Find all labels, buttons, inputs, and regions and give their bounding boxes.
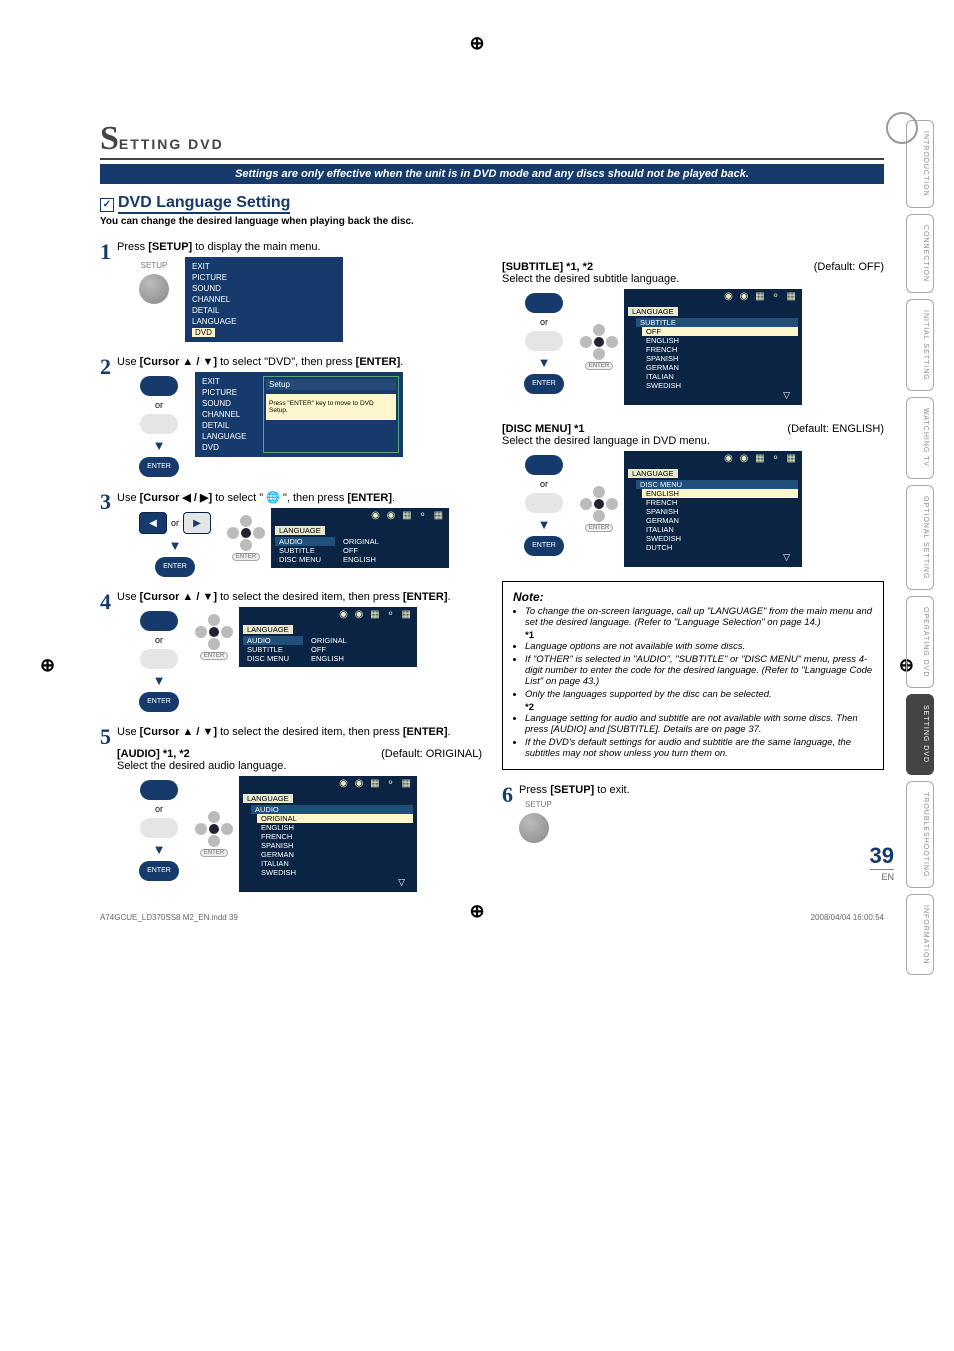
audio-osd-graphic: ◉ ◉ ▦ ⚬ ▦LANGUAGEAUDIOORIGINALENGLISHFRE… [239,776,417,892]
step-3: 3 Use [Cursor ◀ / ▶] to select " 🌐 ", th… [100,491,482,577]
check-icon: ✓ [100,198,114,212]
enter-button-icon: ENTER [139,692,179,712]
audio-subtext: Select the desired audio language. [117,760,482,772]
side-tab: CONNECTION [906,214,934,293]
step-1-number: 1 [100,241,111,263]
dvd-setup-graphic: EXITPICTURESOUNDCHANNELDETAILLANGUAGEDVD… [195,372,403,457]
cursor-up-icon [525,455,563,475]
step-5-text: Use [Cursor ▲ / ▼] to select the desired… [117,726,451,738]
cursor-mid-icon: ▼ [153,842,166,857]
step-6: 6 Press [SETUP] to exit. SETUP [502,784,884,843]
cursor-up-icon [140,376,178,396]
step-6-text: Press [SETUP] to exit. [519,784,630,796]
or-label: or [155,804,163,814]
setup-button-icon [139,274,169,304]
section-title-letter: S [100,120,119,158]
section-title-text: ETTING DVD [119,136,224,152]
cursor-down-icon [140,414,178,434]
notice-banner: Settings are only effective when the uni… [100,164,884,184]
language-osd-graphic: ◉ ◉ ▦ ⚬ ▦LANGUAGEAUDIOSUBTITLEDISC MENUO… [239,607,417,667]
or-label: or [171,518,179,528]
cursor-down-icon [525,493,563,513]
enter-button-icon: ENTER [139,457,179,477]
heading-text: DVD Language Setting [118,194,290,214]
note-box: Note: To change the on-screen language, … [502,581,884,770]
side-tab: TROUBLESHOOTING [906,781,934,888]
step-2-number: 2 [100,356,111,378]
cursor-mid-icon: ▼ [153,673,166,688]
enter-button-icon: ENTER [524,536,564,556]
language-osd-graphic: ◉ ◉ ▦ ⚬ ▦LANGUAGEAUDIOSUBTITLEDISC MENUO… [271,508,449,568]
section-title: SETTING DVD [100,120,884,160]
page-number: 39 EN [870,843,894,882]
heading-subtitle: You can change the desired language when… [100,216,884,227]
step-1-text: Press [SETUP] to display the main menu. [117,241,321,253]
cursor-down-icon [140,818,178,838]
step-4-number: 4 [100,591,111,613]
footer: A74GCUE_LD370SS8 M2_EN.indd 39 2008/04/0… [100,913,884,922]
setup-button-label: SETUP [141,261,168,270]
step-3-number: 3 [100,491,111,513]
side-tab: INFORMATION [906,894,934,975]
cursor-up-icon [525,293,563,313]
note-title: Note: [513,590,873,604]
or-label: or [155,400,163,410]
cursor-left-icon: ◀ [139,512,167,534]
step-4-text: Use [Cursor ▲ / ▼] to select the desired… [117,591,451,603]
audio-heading: [AUDIO] *1, *2(Default: ORIGINAL) [117,748,482,760]
dpad-icon: ENTER [227,515,265,561]
discmenu-heading: [DISC MENU] *1(Default: ENGLISH) [502,423,884,435]
note-list: To change the on-screen language, call u… [525,606,873,759]
side-tab: OPERATING DVD [906,596,934,688]
cursor-down-icon [140,649,178,669]
dpad-icon: ENTER [580,486,618,532]
step-5-number: 5 [100,726,111,748]
enter-button-icon: ENTER [139,861,179,881]
cursor-mid-icon: ▼ [153,438,166,453]
step-3-text: Use [Cursor ◀ / ▶] to select " 🌐 ", then… [117,492,395,504]
step-4: 4 Use [Cursor ▲ / ▼] to select the desir… [100,591,482,712]
subtitle-subtext: Select the desired subtitle language. [502,273,884,285]
cursor-up-icon [140,780,178,800]
side-tabs: INTRODUCTIONCONNECTIONINITIAL SETTINGWAT… [906,120,934,975]
cursor-mid-icon: ▼ [169,538,182,553]
subtitle-osd-graphic: ◉ ◉ ▦ ⚬ ▦LANGUAGESUBTITLEOFFENGLISHFRENC… [624,289,802,405]
side-tab: SETTING DVD [906,694,934,774]
side-tab: WATCHING TV [906,397,934,478]
cursor-mid-icon: ▼ [538,355,551,370]
cursor-mid-icon: ▼ [538,517,551,532]
step-2-text: Use [Cursor ▲ / ▼] to select "DVD", then… [117,356,403,368]
step-6-number: 6 [502,784,513,806]
side-tab: INITIAL SETTING [906,299,934,392]
cursor-up-icon [140,611,178,631]
enter-button-icon: ENTER [524,374,564,394]
cursor-down-icon [525,331,563,351]
step-2: 2 Use [Cursor ▲ / ▼] to select "DVD", th… [100,356,482,477]
discmenu-subtext: Select the desired language in DVD menu. [502,435,884,447]
subtitle-heading: [SUBTITLE] *1, *2(Default: OFF) [502,261,884,273]
dpad-icon: ENTER [580,324,618,370]
footer-timestamp: 2008/04/04 16:00:54 [811,913,884,922]
step-1: 1 Press [SETUP] to display the main menu… [100,241,482,342]
main-menu-graphic: EXITPICTURESOUNDCHANNELDETAILLANGUAGEDVD [185,257,343,342]
dpad-icon: ENTER [195,811,233,857]
step-5: 5 Use [Cursor ▲ / ▼] to select the desir… [100,726,482,892]
footer-file: A74GCUE_LD370SS8 M2_EN.indd 39 [100,913,238,922]
page-heading: ✓ DVD Language Setting [100,194,884,214]
or-label: or [155,635,163,645]
circle-ornament [886,112,918,144]
setup-button-icon [519,813,549,843]
setup-button-label: SETUP [525,800,552,809]
enter-button-icon: ENTER [155,557,195,577]
or-label: or [540,479,548,489]
or-label: or [540,317,548,327]
dpad-icon: ENTER [195,614,233,660]
discmenu-osd-graphic: ◉ ◉ ▦ ⚬ ▦LANGUAGEDISC MENUENGLISHFRENCHS… [624,451,802,567]
cursor-right-icon: ▶ [183,512,211,534]
side-tab: OPTIONAL SETTING [906,485,934,590]
